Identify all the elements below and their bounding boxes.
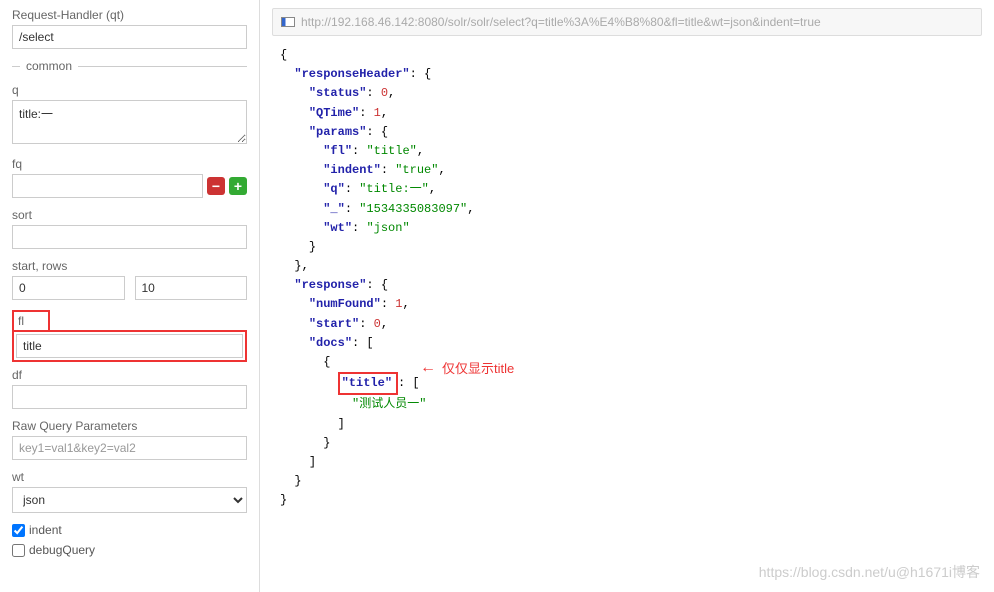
- common-legend: common: [20, 59, 78, 73]
- q-label: q: [12, 83, 247, 97]
- sort-input[interactable]: [12, 225, 247, 249]
- annotation-text: 仅仅显示title: [442, 358, 514, 377]
- watermark: https://blog.csdn.net/u@h1671i博客: [759, 562, 980, 582]
- json-response: { "responseHeader": { "status": 0, "QTim…: [272, 46, 982, 511]
- debugquery-label: debugQuery: [29, 543, 95, 557]
- fq-input[interactable]: [12, 174, 203, 198]
- fl-input-highlight: [12, 330, 247, 362]
- fq-label: fq: [12, 157, 247, 171]
- remove-fq-icon[interactable]: −: [207, 177, 225, 195]
- indent-checkbox[interactable]: [12, 524, 25, 537]
- query-form-sidebar: Request-Handler (qt) common q title:一 fq…: [0, 0, 260, 592]
- rawq-input[interactable]: [12, 436, 247, 460]
- response-panel: http://192.168.46.142:8080/solr/solr/sel…: [260, 0, 994, 592]
- rawq-label: Raw Query Parameters: [12, 419, 247, 433]
- arrow-left-icon: ←: [420, 359, 436, 377]
- wt-label: wt: [12, 470, 247, 484]
- qt-label: Request-Handler (qt): [12, 8, 247, 22]
- debugquery-checkbox[interactable]: [12, 544, 25, 557]
- fl-label: fl: [18, 314, 24, 328]
- qt-input[interactable]: [12, 25, 247, 49]
- title-key-highlight: "title": [338, 372, 398, 395]
- annotation: ← 仅仅显示title: [420, 358, 514, 377]
- start-input[interactable]: [12, 276, 125, 300]
- link-icon: [281, 17, 295, 27]
- q-input[interactable]: title:一: [12, 100, 247, 144]
- wt-select[interactable]: json: [12, 487, 247, 513]
- df-input[interactable]: [12, 385, 247, 409]
- fl-label-highlight: fl: [12, 310, 50, 332]
- df-label: df: [12, 368, 247, 382]
- startrows-label: start, rows: [12, 259, 247, 273]
- url-bar[interactable]: http://192.168.46.142:8080/solr/solr/sel…: [272, 8, 982, 36]
- add-fq-icon[interactable]: +: [229, 177, 247, 195]
- indent-label: indent: [29, 523, 62, 537]
- fl-input[interactable]: [16, 334, 243, 358]
- sort-label: sort: [12, 208, 247, 222]
- rows-input[interactable]: [135, 276, 248, 300]
- url-text: http://192.168.46.142:8080/solr/solr/sel…: [301, 15, 821, 29]
- common-fieldset: common: [12, 59, 247, 73]
